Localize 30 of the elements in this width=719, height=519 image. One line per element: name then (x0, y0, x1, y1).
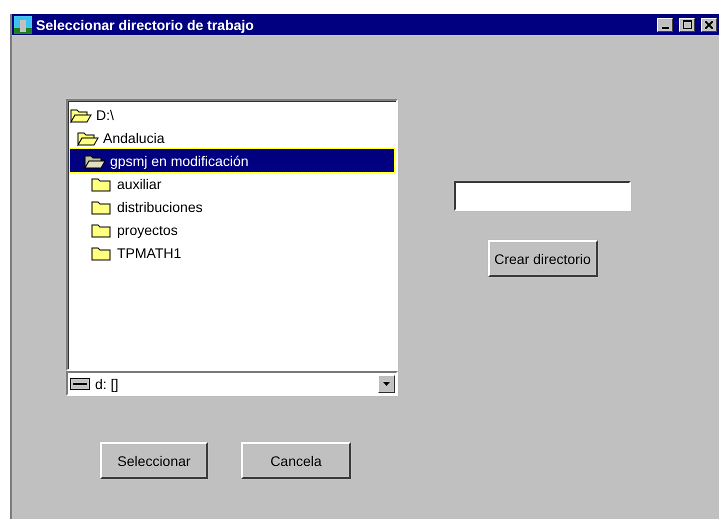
folder-icon (91, 198, 113, 214)
folder-icon (91, 244, 113, 260)
open-folder-icon (84, 152, 106, 168)
tree-item[interactable]: TPMATH1 (70, 241, 394, 264)
tree-item[interactable]: proyectos (70, 218, 394, 241)
minimize-button[interactable] (657, 18, 673, 32)
tree-item[interactable]: distribuciones (70, 195, 394, 218)
folder-name-field[interactable] (454, 181, 631, 211)
drive-icon (70, 378, 90, 390)
open-folder-icon (77, 130, 99, 146)
minimize-icon (662, 26, 668, 28)
open-folder-icon (70, 106, 92, 122)
close-icon (705, 20, 713, 28)
close-button[interactable] (701, 18, 717, 32)
caret-icon (383, 382, 390, 386)
cancel-button[interactable]: Cancela (241, 442, 351, 479)
drive-dropdown[interactable]: d: [] (66, 371, 398, 396)
folder-icon (91, 176, 113, 192)
maximize-icon (682, 20, 692, 29)
tree-item[interactable]: D:\ (70, 103, 394, 126)
folder-icon (91, 222, 113, 238)
create-folder-button[interactable]: Crear directorio (488, 240, 598, 277)
drive-value: d: [] (95, 376, 120, 392)
window-title: Seleccionar directorio de trabajo (36, 16, 255, 32)
dropdown-button[interactable] (378, 374, 395, 392)
tree-item[interactable]: gpsmj en modificación (70, 149, 394, 172)
tree-item[interactable]: auxiliar (70, 172, 394, 195)
maximize-button[interactable] (679, 18, 695, 32)
select-button[interactable]: Seleccionar (100, 442, 208, 479)
tree-item[interactable]: Andalucia (70, 126, 394, 149)
